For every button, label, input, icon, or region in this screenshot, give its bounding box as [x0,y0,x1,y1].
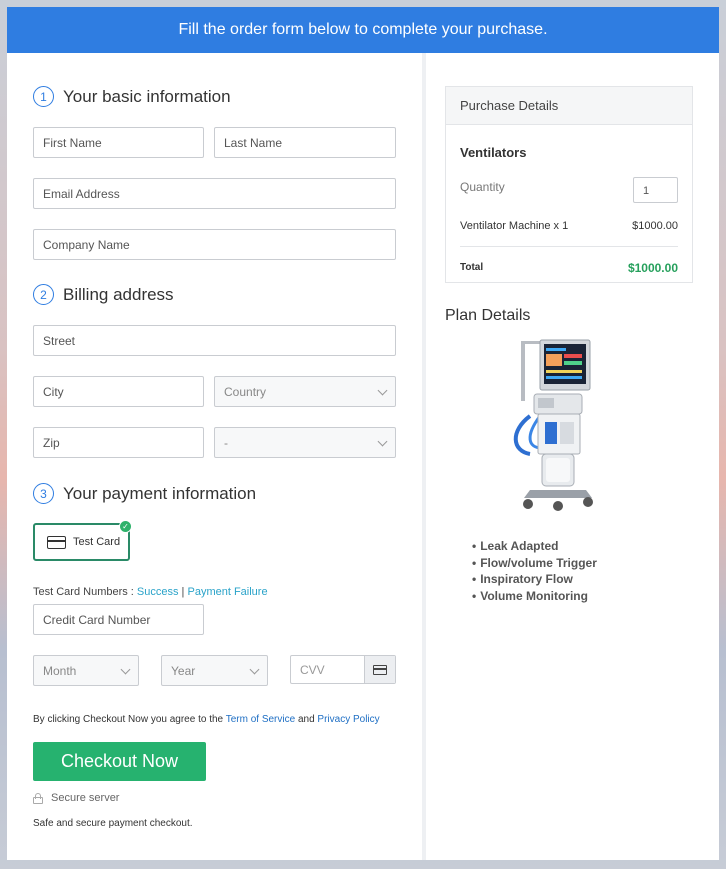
street-field[interactable]: Street [33,325,396,356]
step-number-2: 2 [33,284,54,305]
cvv-placeholder: CVV [300,662,325,677]
state-select[interactable]: - [214,427,396,458]
list-item: Flow/volume Trigger [472,555,597,572]
separator [460,246,678,247]
test-numbers-label: Test Card Numbers : [33,586,137,598]
zip-field[interactable]: Zip [33,427,204,458]
company-field[interactable]: Company Name [33,229,396,260]
chevron-down-icon [120,664,131,675]
product-name: Ventilators [460,145,527,160]
city-field[interactable]: City [33,376,204,407]
total-label: Total [460,262,484,273]
section-basic-info: 1 Your basic information [33,86,231,107]
purchase-details-panel: Purchase Details Ventilators Quantity 1 … [445,86,693,283]
credit-card-icon [373,664,387,675]
year-select[interactable]: Year [161,655,268,686]
first-name-field[interactable]: First Name [33,127,204,158]
test-card-label: Test Card [73,536,121,548]
terms-text: By clicking Checkout Now you agree to th… [33,714,380,725]
line-item-name: Ventilator Machine x 1 [460,220,569,232]
ventilator-image [513,339,593,511]
secure-server-label: Secure server [51,792,120,804]
chevron-down-icon [377,385,388,396]
column-divider [422,53,426,860]
line-item-price: $1000.00 [632,220,678,232]
year-select-value: Year [171,663,196,678]
chevron-down-icon [249,664,260,675]
section-payment-info: 3 Your payment information [33,483,256,504]
terms-of-service-link[interactable]: Term of Service [226,714,295,725]
success-link[interactable]: Success [137,586,179,598]
test-card-option[interactable]: Test Card [33,523,130,561]
country-select-value: Country [224,384,267,399]
last-name-field[interactable]: Last Name [214,127,396,158]
section-title: Your payment information [63,483,257,503]
privacy-policy-link[interactable]: Privacy Policy [317,714,379,725]
check-icon: ✓ [119,520,132,533]
test-card-numbers: Test Card Numbers : Success | Payment Fa… [33,586,268,598]
credit-card-field[interactable]: Credit Card Number [33,604,204,635]
credit-card-icon [47,535,66,549]
step-number-1: 1 [33,86,54,107]
payment-failure-link[interactable]: Payment Failure [187,586,267,598]
state-select-value: - [224,435,228,450]
terms-and: and [295,714,318,725]
country-select[interactable]: Country [214,376,396,407]
cvv-card-button[interactable] [364,656,395,683]
quantity-input[interactable]: 1 [633,177,678,203]
checkout-button[interactable]: Checkout Now [33,742,206,781]
plan-features-list: Leak Adapted Flow/volume Trigger Inspira… [472,538,597,604]
list-item: Volume Monitoring [472,588,597,605]
chevron-down-icon [377,436,388,447]
list-item: Inspiratory Flow [472,571,597,588]
month-select[interactable]: Month [33,655,139,686]
header-banner: Fill the order form below to complete yo… [7,7,719,53]
cvv-field[interactable]: CVV [290,655,396,684]
secure-note: Safe and secure payment checkout. [33,818,193,829]
month-select-value: Month [43,663,77,678]
section-billing-address: 2 Billing address [33,284,174,305]
terms-prefix: By clicking Checkout Now you agree to th… [33,714,226,725]
lock-icon [33,793,43,804]
step-number-3: 3 [33,483,54,504]
list-item: Leak Adapted [472,538,597,555]
quantity-label: Quantity [460,180,505,194]
email-field[interactable]: Email Address [33,178,396,209]
section-title: Your basic information [63,86,231,106]
plan-details-title: Plan Details [445,307,531,324]
purchase-details-header: Purchase Details [446,87,692,125]
section-title: Billing address [63,284,174,304]
total-value: $1000.00 [627,261,678,275]
